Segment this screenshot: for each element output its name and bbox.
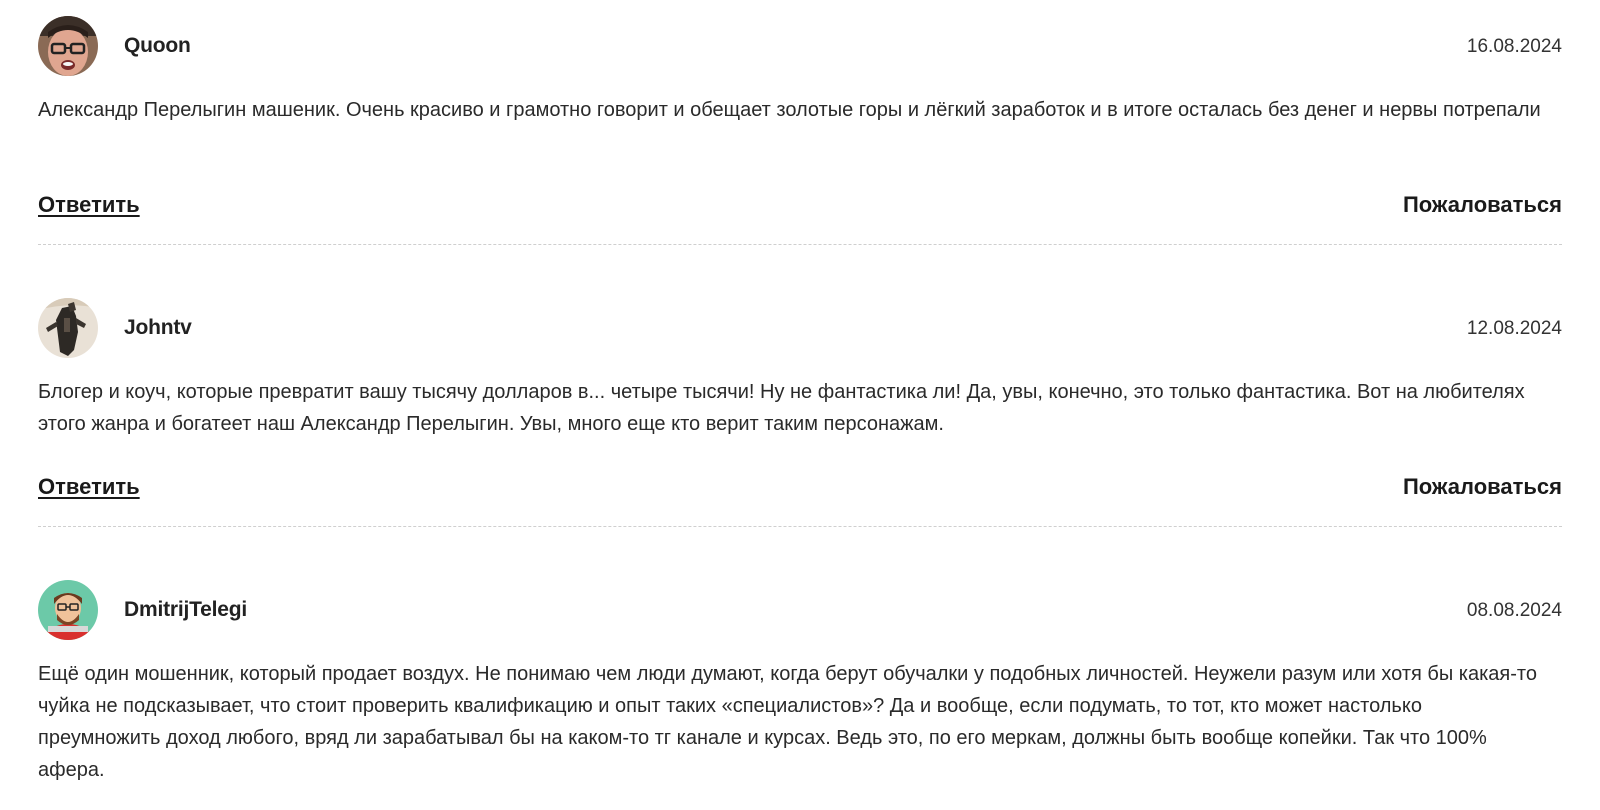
comment-text: Блогер и коуч, которые превратит вашу ты… — [38, 381, 1525, 435]
reply-link[interactable]: Ответить — [38, 192, 140, 218]
reply-link[interactable]: Ответить — [38, 474, 140, 500]
comment-divider — [38, 244, 1562, 245]
report-link[interactable]: Пожаловаться — [1403, 192, 1562, 218]
comment-text: Ещё один мошенник, который продает возду… — [38, 663, 1537, 781]
comment-date: 12.08.2024 — [1466, 318, 1562, 339]
comment-divider — [38, 526, 1562, 527]
figure-photo-avatar-icon[interactable] — [38, 298, 98, 358]
man-glasses-avatar-icon[interactable] — [38, 16, 98, 76]
cartoon-man-avatar-icon[interactable] — [38, 580, 98, 640]
comment-author: Johntv — [124, 316, 192, 339]
report-link[interactable]: Пожаловаться — [1403, 474, 1562, 500]
comment-author: DmitrijTelegi — [124, 598, 248, 621]
comment-date: 16.08.2024 — [1466, 36, 1562, 57]
comment-text: Александр Перелыгин машеник. Очень краси… — [38, 99, 1541, 121]
comment-author: Quoon — [124, 34, 191, 57]
comment-date: 08.08.2024 — [1466, 600, 1562, 621]
